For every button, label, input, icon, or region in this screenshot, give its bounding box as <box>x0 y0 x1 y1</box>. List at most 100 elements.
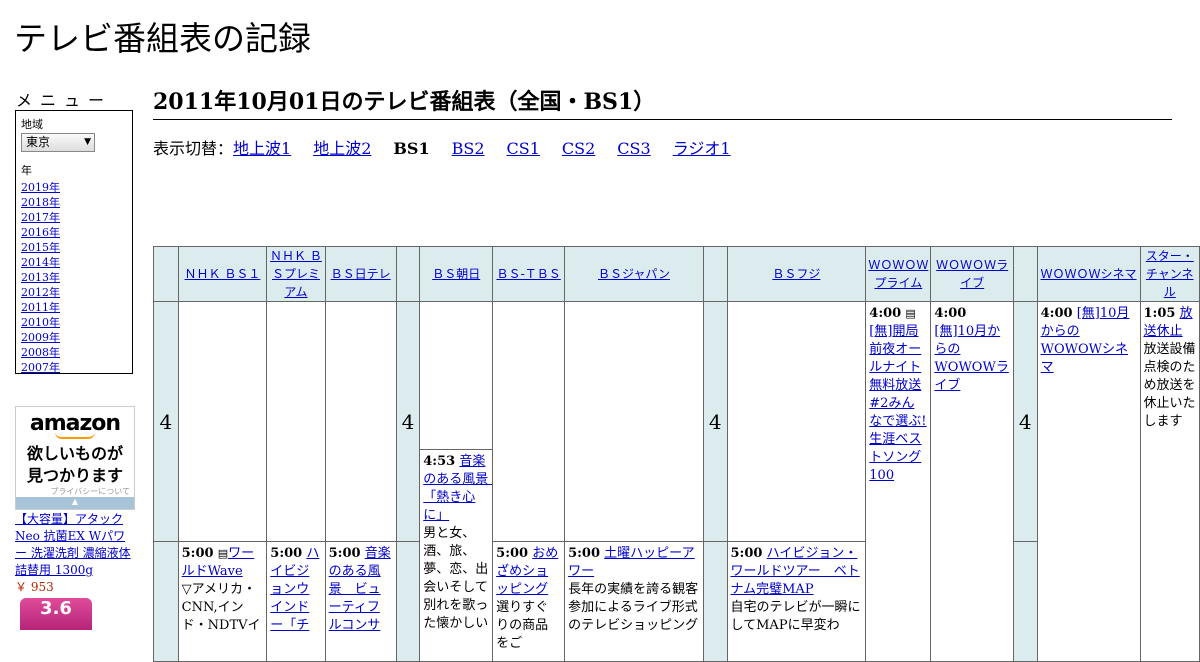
hour-cell <box>153 541 179 662</box>
program-time: 4:53 <box>423 454 456 469</box>
switcher-label: 表示切替： <box>153 139 234 158</box>
switch-link-terrestrial-2[interactable]: 地上波2 <box>313 139 371 158</box>
program-cell: 1:05 放送休止 放送設備点検のため放送を休止いたします <box>1139 301 1200 662</box>
ad-privacy-link[interactable]: プライバシーについて <box>50 486 130 497</box>
switch-link-cs3[interactable]: CS3 <box>617 139 650 158</box>
program-link[interactable]: [無]開局前夜オールナイト無料放送#2みんなで選ぶ!生涯ベストソング100 <box>869 324 926 483</box>
switch-link-cs2[interactable]: CS2 <box>562 139 595 158</box>
region-select[interactable]: 東京 ▼ <box>21 133 95 152</box>
program-time: 5:00 <box>496 546 529 561</box>
program-time: 1:05 <box>1143 306 1176 321</box>
program-title: 開局前夜オールナイト無料放送#2みんなで選ぶ!生涯ベストソング100 <box>869 324 927 483</box>
data-broadcast-icon: ▤ <box>905 307 916 320</box>
channel-link-bs-ntv[interactable]: ＢＳ日テレ <box>331 267 391 281</box>
switch-link-cs1[interactable]: CS1 <box>507 139 540 158</box>
switch-link-radio-1[interactable]: ラジオ1 <box>673 139 731 158</box>
program-cell: 4:00 ▤ [無]開局前夜オールナイト無料放送#2みんなで選ぶ!生涯ベストソン… <box>865 301 932 662</box>
empty-slot <box>564 301 704 542</box>
ad-message-2: 見つかります <box>26 466 123 485</box>
year-link-2014[interactable]: 2014年 <box>21 256 60 269</box>
channel-link-wowow-cinema[interactable]: ＷＯＷＯＷシネマ <box>1041 267 1137 281</box>
switch-current-bs1: BS1 <box>393 139 430 158</box>
program-time: 5:00 <box>328 546 361 561</box>
hour-cell <box>395 541 421 662</box>
year-label: 年 <box>21 164 32 177</box>
menu-title: メニュー <box>16 91 113 110</box>
year-link-2012[interactable]: 2012年 <box>21 286 60 299</box>
data-broadcast-icon: ▤ <box>217 547 229 560</box>
program-table: ＮＨＫ ＢＳ１ ＮＨＫ ＢＳプレミアム ＢＳ日テレ ＢＳ朝日 ＢＳ-ＴＢＳ ＢＳ… <box>153 246 1200 662</box>
hour-header <box>153 246 179 302</box>
program-time: 5:00 <box>181 546 214 561</box>
year-link-2010[interactable]: 2010年 <box>21 316 60 329</box>
program-description: 選りすぐりの商品をご <box>496 600 549 651</box>
dropdown-arrow-icon: ▼ <box>84 137 91 147</box>
ad-product-link[interactable]: 【大容量】アタック Neo 抗菌EX Wパワー 洗濯洗剤 濃縮液体 詰替用 13… <box>15 512 131 577</box>
year-link-2018[interactable]: 2018年 <box>21 196 60 209</box>
channel-header-row: ＮＨＫ ＢＳ１ ＮＨＫ ＢＳプレミアム ＢＳ日テレ ＢＳ朝日 ＢＳ-ＴＢＳ ＢＳ… <box>153 246 1200 302</box>
ad-collapse-bar[interactable]: ▲ <box>16 497 134 509</box>
channel-link-bs-japan[interactable]: ＢＳジャパン <box>598 267 670 281</box>
region-value: 東京 <box>26 135 51 149</box>
program-cell: 5:00 おめざめショッピング 選りすぐりの商品をご <box>492 541 566 662</box>
ad-product-image[interactable]: 3.6 <box>20 598 92 630</box>
amazon-logo: amazon <box>29 411 121 436</box>
program-time: 5:00 <box>270 546 303 561</box>
empty-slot <box>324 301 397 542</box>
hour-cell <box>702 541 728 662</box>
hour-cell: 4 <box>395 301 421 542</box>
ad-product[interactable]: 【大容量】アタック Neo 抗菌EX Wパワー 洗濯洗剤 濃縮液体 詰替用 13… <box>15 511 135 596</box>
channel-link-wowow-live[interactable]: ＷＯＷＯＷライブ <box>936 258 1008 290</box>
table-row: 4 4 4 4:00 ▤ [無]開局前夜オールナイト無料放送#2みんなで選ぶ!生… <box>153 301 1200 662</box>
ad-product-price: ￥ 953 <box>15 580 54 594</box>
channel-header: ＮＨＫ ＢＳ１ <box>177 246 268 302</box>
program-time: 5:00 <box>730 546 763 561</box>
year-link-2009[interactable]: 2009年 <box>21 331 60 344</box>
channel-link-nhk-bs1[interactable]: ＮＨＫ ＢＳ１ <box>185 267 261 281</box>
channel-header: ＢＳ-ＴＢＳ <box>492 246 566 302</box>
year-link-2017[interactable]: 2017年 <box>21 211 60 224</box>
channel-header: ＷＯＷＯＷプライム <box>865 246 932 302</box>
channel-link-bs-fuji[interactable]: ＢＳフジ <box>772 267 820 281</box>
program-time: 4:00 <box>869 306 902 321</box>
program-tag: [無] <box>934 324 958 339</box>
year-link-2015[interactable]: 2015年 <box>21 241 60 254</box>
year-link-2011[interactable]: 2011年 <box>21 301 60 314</box>
region-label: 地域 <box>21 118 43 131</box>
ad-image-text: 3.6 <box>40 598 72 619</box>
site-title: テレビ番組表の記録 <box>14 19 311 58</box>
empty-slot <box>266 301 326 542</box>
channel-link-wowow-prime[interactable]: ＷＯＷＯＷプライム <box>868 258 928 290</box>
empty-slot <box>726 301 867 542</box>
channel-link-bs-asahi[interactable]: ＢＳ朝日 <box>432 267 480 281</box>
switch-link-bs2[interactable]: BS2 <box>452 139 485 158</box>
hour-cell: 4 <box>702 301 728 542</box>
channel-link-star-channel[interactable]: スター・チャンネル <box>1146 249 1194 299</box>
program-time: 4:00 <box>1040 306 1073 321</box>
channel-link-nhk-bs-premium[interactable]: ＮＨＫ ＢＳプレミアム <box>270 249 322 299</box>
program-tag: [無] <box>1076 306 1100 321</box>
empty-slot <box>177 301 268 542</box>
page-title: 2011年10月01日のテレビ番組表（全国・BS1） <box>153 84 1172 120</box>
channel-switcher: 表示切替：地上波1 地上波2 BS1 BS2 CS1 CS2 CS3 ラジオ1 <box>153 135 753 159</box>
channel-header: ＢＳフジ <box>726 246 867 302</box>
switch-link-terrestrial-1[interactable]: 地上波1 <box>233 139 291 158</box>
channel-link-bs-tbs[interactable]: ＢＳ-ＴＢＳ <box>496 267 560 281</box>
program-cell: 5:00 音楽のある風景 ビューティフルコンサ <box>324 541 397 662</box>
channel-header: ＢＳ日テレ <box>324 246 397 302</box>
program-cell: 5:00 土曜ハッピーアワー 長年の実績を誇る観客参加によるライブ形式のテレビシ… <box>564 541 704 662</box>
year-link-2016[interactable]: 2016年 <box>21 226 60 239</box>
program-tag: [無] <box>869 324 893 339</box>
program-cell: 5:00 ハイビジョン・ワールドツアー ベトナム完璧MAP 自宅のテレビが一瞬に… <box>726 541 867 662</box>
year-link-2013[interactable]: 2013年 <box>21 271 60 284</box>
hour-header <box>395 246 421 302</box>
year-link-2007[interactable]: 2007年 <box>21 361 60 374</box>
hour-header <box>702 246 728 302</box>
year-link-2019[interactable]: 2019年 <box>21 181 60 194</box>
program-description: 長年の実績を誇る観客参加によるライブ形式のテレビショッピング <box>568 582 699 633</box>
program-time: 5:00 <box>568 546 601 561</box>
channel-header: ＢＳジャパン <box>564 246 704 302</box>
program-link[interactable]: [無]10月からのWOWOWライブ <box>934 324 1008 393</box>
year-link-2008[interactable]: 2008年 <box>21 346 60 359</box>
amazon-ad-banner[interactable]: amazon 欲しいものが 見つかります プライバシーについて ▲ <box>15 406 135 510</box>
